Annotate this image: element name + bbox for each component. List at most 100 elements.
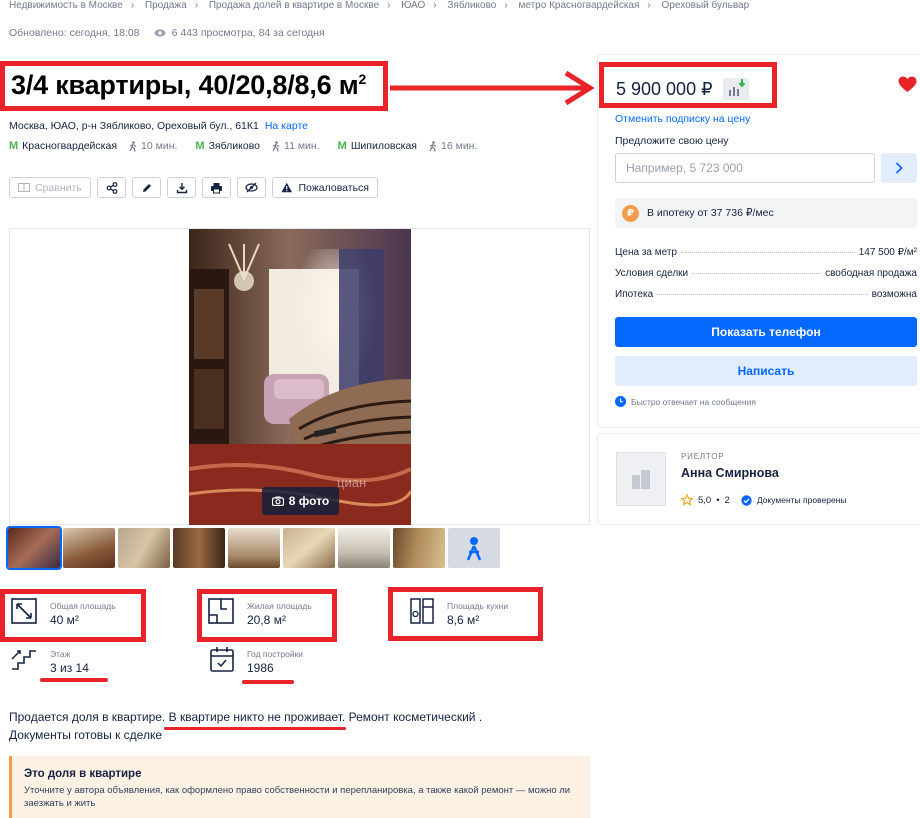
thumbnail[interactable] [338, 528, 390, 568]
highlight-underline [242, 680, 294, 684]
thumbnail[interactable] [393, 528, 445, 568]
unsubscribe-link[interactable]: Отменить подписку на цену [615, 113, 750, 125]
price-value: 5 900 000 ₽ [616, 78, 713, 99]
mortgage-icon: ₽ [622, 204, 639, 222]
agent-reviews[interactable]: 2 [725, 495, 730, 506]
price-detail-row: Цена за метр 147 500 ₽/м² [615, 247, 917, 258]
address-text: Москва, ЮАО, р-н Зябликово, Ореховый бул… [9, 120, 259, 132]
breadcrumb-item[interactable]: Продажа [145, 0, 187, 11]
metro-item[interactable]: M Шипиловская 16 мин. [338, 140, 478, 152]
printer-icon [211, 182, 222, 193]
room-photo: циан [189, 229, 411, 525]
notice-title: Это доля в квартире [24, 768, 142, 780]
metro-list: M Красногвардейская 10 мин. M Зябликово … [9, 140, 477, 152]
metro-name: Шипиловская [350, 140, 417, 152]
verified-icon [741, 494, 752, 506]
walk-icon [272, 140, 280, 152]
notice-text: Уточните у автора объявления, как оформл… [24, 785, 571, 809]
feature-total-area: Общая площадь 40 м² [10, 597, 116, 627]
breadcrumb-item[interactable]: Зябликово [447, 0, 496, 11]
price-detail-row: Ипотека возможна [615, 289, 917, 300]
photo-count-button[interactable]: 8 фото [262, 487, 339, 515]
street-view-icon [466, 537, 482, 561]
warning-icon [281, 182, 293, 193]
pencil-icon [142, 183, 151, 192]
walk-time: 10 мин. [141, 140, 178, 152]
building-icon [632, 470, 650, 489]
agent-role: РИЕЛТОР [681, 452, 725, 461]
kitchen-icon [410, 598, 434, 624]
feature-floor: Этаж 3 из 14 [10, 645, 89, 675]
price-detail-row: Условия сделки свободная продажа [615, 268, 917, 279]
views-text: 6 443 просмотра, 84 за сегодня [171, 27, 325, 39]
offer-submit-button[interactable] [881, 153, 917, 183]
agent-name[interactable]: Анна Смирнова [681, 466, 779, 480]
feature-living-area: Жилая площадь 20,8 м² [207, 597, 312, 627]
avatar[interactable] [616, 452, 666, 506]
feature-year: Год постройки 1986 [209, 645, 303, 675]
breadcrumb-item[interactable]: ЮАО [401, 0, 425, 11]
hide-button[interactable] [237, 177, 266, 198]
agent-meta: 5,0 • 2 Документы проверены [681, 494, 846, 506]
map-link[interactable]: На карте [265, 120, 308, 132]
compare-button[interactable]: Сравнить [9, 177, 91, 198]
thumbnail-strip [6, 526, 500, 570]
camera-icon [271, 496, 284, 506]
updated-text: Обновлено: сегодня, 18:08 [9, 27, 140, 39]
breadcrumb-item[interactable]: Продажа долей в квартире в Москве [209, 0, 379, 11]
main-photo[interactable]: циан [189, 229, 411, 525]
arrow-right-icon [390, 70, 595, 106]
show-phone-button[interactable]: Показать телефон [615, 317, 917, 347]
floorplan-icon [208, 598, 234, 624]
metro-item[interactable]: M Красногвардейская 10 мин. [9, 140, 177, 152]
breadcrumb-item[interactable]: метро Красногвардейская [518, 0, 639, 11]
highlight-underline [164, 727, 346, 730]
complain-button[interactable]: Пожаловаться [272, 177, 378, 198]
chart-down-icon [728, 79, 745, 96]
share-notice: Это доля в квартире Уточните у автора об… [9, 756, 590, 818]
share-button[interactable] [97, 177, 126, 198]
stairs-icon [11, 650, 36, 670]
favorite-icon[interactable] [898, 76, 917, 93]
highlight-underline [40, 678, 108, 682]
thumbnail[interactable] [283, 528, 335, 568]
metro-item[interactable]: M Зябликово 11 мин. [195, 140, 319, 152]
photo-gallery: циан 8 фото [9, 228, 590, 525]
metro-name: Красногвардейская [22, 140, 118, 152]
thumbnail[interactable] [6, 526, 62, 570]
feature-kitchen-area: Площадь кухни 8,6 м² [409, 597, 508, 627]
verified-text: Документы проверены [756, 495, 847, 505]
mortgage-banner[interactable]: ₽ В ипотеку от 37 736 ₽/мес [615, 198, 917, 228]
offer-price-input[interactable] [615, 153, 875, 183]
download-icon [176, 182, 187, 193]
metro-icon: M [9, 140, 19, 152]
listing-meta: Обновлено: сегодня, 18:08 6 443 просмотр… [9, 27, 325, 39]
price-history-button[interactable] [722, 78, 749, 100]
thumbnail[interactable] [173, 528, 225, 568]
star-icon [681, 494, 693, 506]
page-title: 3/4 квартиры, 40/20,8/8,6 м2 [11, 70, 367, 100]
address: Москва, ЮАО, р-н Зябликово, Ореховый бул… [9, 120, 308, 132]
edit-button[interactable] [132, 177, 161, 198]
panorama-thumbnail[interactable] [448, 528, 500, 568]
eye-off-icon [245, 182, 258, 193]
compare-icon [18, 183, 31, 192]
walk-icon [429, 140, 437, 152]
breadcrumb-item[interactable]: Ореховый бульвар [662, 0, 750, 11]
breadcrumb-item[interactable]: Недвижимость в Москве [9, 0, 123, 11]
thumbnail[interactable] [228, 528, 280, 568]
print-button[interactable] [202, 177, 231, 198]
thumbnail[interactable] [118, 528, 170, 568]
eye-icon [154, 29, 166, 37]
breadcrumb: Недвижимость в Москве › Продажа › Продажа … [9, 0, 750, 11]
title-highlight: 3/4 квартиры, 40/20,8/8,6 м2 [0, 61, 388, 111]
walk-time: 16 мин. [441, 140, 478, 152]
thumbnail[interactable] [63, 528, 115, 568]
agent-rating: 5,0 [698, 494, 712, 506]
metro-name: Зябликово [208, 140, 261, 152]
clock-icon [615, 396, 626, 407]
chevron-right-icon [895, 162, 903, 174]
highlighted-phrase: В квартире никто не проживает [168, 710, 342, 724]
write-message-button[interactable]: Написать [615, 356, 917, 386]
download-button[interactable] [167, 177, 196, 198]
